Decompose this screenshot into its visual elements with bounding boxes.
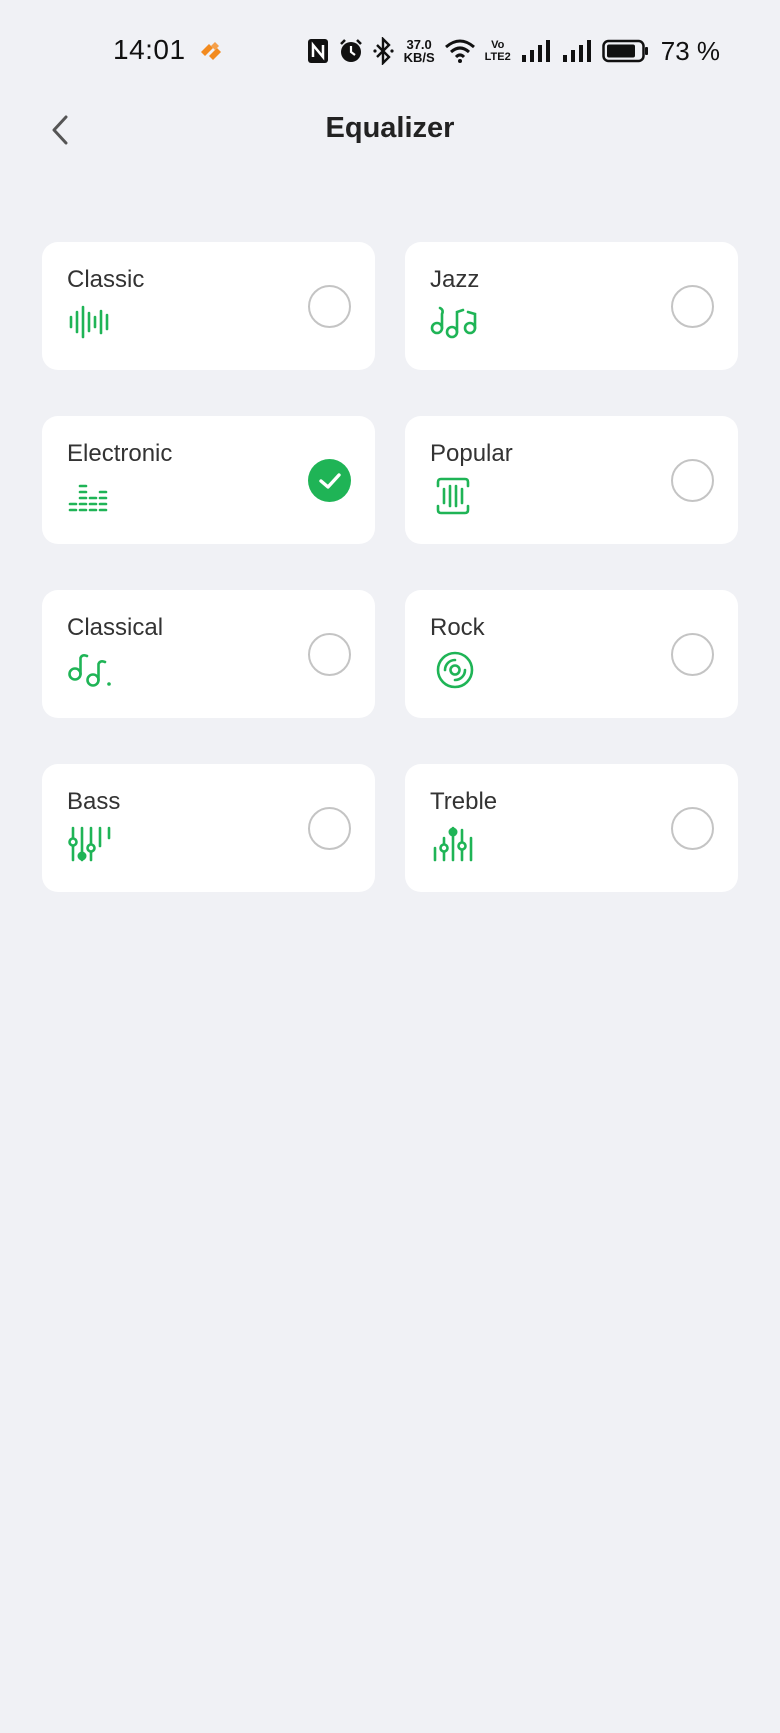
preset-radio[interactable] xyxy=(671,285,714,328)
signal-sim1-icon xyxy=(520,39,552,63)
nfc-icon xyxy=(307,38,329,64)
preset-label: Electronic xyxy=(67,440,173,467)
volte-indicator: Vo LTE2 xyxy=(485,39,511,63)
volte-top: Vo xyxy=(491,39,505,51)
waveform-icon xyxy=(67,302,113,342)
preset-card-rock[interactable]: Rock xyxy=(405,590,738,718)
preset-card-bass[interactable]: Bass xyxy=(42,764,375,892)
header: Equalizer xyxy=(0,100,780,180)
preset-card-treble[interactable]: Treble xyxy=(405,764,738,892)
status-time: 14:01 xyxy=(113,34,186,65)
preset-card-classic[interactable]: Classic xyxy=(42,242,375,370)
preset-label: Rock xyxy=(430,614,485,641)
bluetooth-icon xyxy=(372,37,395,65)
preset-radio[interactable] xyxy=(308,285,351,328)
treble-sliders-icon xyxy=(430,824,476,864)
preset-label: Classical xyxy=(67,614,164,641)
battery-icon xyxy=(601,39,650,63)
page-title: Equalizer xyxy=(325,112,455,144)
network-speed: 37.0 KB/S xyxy=(404,38,435,64)
preset-card-classical[interactable]: Classical xyxy=(42,590,375,718)
preset-card-popular[interactable]: Popular xyxy=(405,416,738,544)
preset-radio[interactable] xyxy=(671,807,714,850)
preset-label: Popular xyxy=(430,440,513,467)
preset-radio[interactable] xyxy=(671,459,714,502)
preset-radio[interactable] xyxy=(308,633,351,676)
preset-grid: Classic Jazz Electronic Popular Classica… xyxy=(42,242,739,892)
preset-card-jazz[interactable]: Jazz xyxy=(405,242,738,370)
music-notes-icon xyxy=(430,302,477,342)
vinyl-disc-icon xyxy=(430,650,476,690)
equalizer-bars-icon xyxy=(67,476,113,516)
checkmark-icon xyxy=(318,472,341,489)
bass-sliders-icon xyxy=(67,824,113,864)
preset-radio[interactable] xyxy=(671,633,714,676)
signal-sim2-icon xyxy=(561,39,593,63)
audio-frame-icon xyxy=(430,476,476,516)
status-bar: 14:01 37.0 KB/S Vo LTE2 73 % xyxy=(0,0,780,100)
volte-bottom: LTE2 xyxy=(484,51,511,63)
preset-label: Classic xyxy=(67,266,145,293)
preset-radio[interactable] xyxy=(308,807,351,850)
preset-radio-checked[interactable] xyxy=(308,459,351,502)
preset-label: Treble xyxy=(430,788,498,815)
preset-label: Bass xyxy=(67,788,121,815)
double-notes-icon xyxy=(67,650,113,690)
preset-card-electronic[interactable]: Electronic xyxy=(42,416,375,544)
wifi-icon xyxy=(444,38,476,64)
preset-label: Jazz xyxy=(430,266,480,293)
status-icons: 37.0 KB/S Vo LTE2 73 % xyxy=(307,34,720,68)
app-notification-icon xyxy=(197,38,225,62)
network-speed-unit: KB/S xyxy=(403,50,435,65)
alarm-icon xyxy=(338,38,364,64)
battery-percent: 73 % xyxy=(660,35,720,66)
